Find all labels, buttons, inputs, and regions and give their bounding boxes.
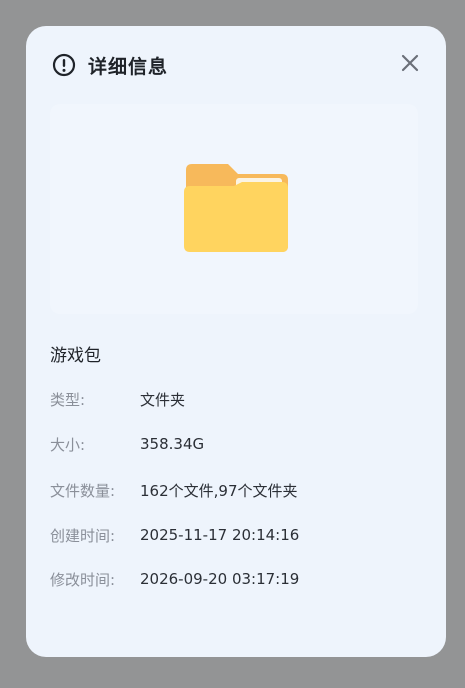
detail-value: 358.34G (140, 435, 205, 453)
preview-area (50, 104, 418, 314)
detail-label: 文件数量: (50, 481, 116, 500)
detail-label: 大小: (50, 435, 86, 454)
detail-label: 类型: (50, 390, 86, 409)
detail-value: 2026-09-20 03:17:19 (140, 570, 300, 588)
detail-row-type: 类型: 文件夹 (50, 388, 185, 410)
dialog-title: 详细信息 (88, 55, 169, 78)
detail-value: 2025-11-17 20:14:16 (140, 526, 300, 544)
detail-label: 修改时间: (50, 570, 116, 589)
detail-row-modified: 修改时间: 2026-09-20 03:17:19 (50, 568, 299, 590)
detail-row-file-count: 文件数量: 162个文件,97个文件夹 (50, 479, 298, 501)
close-button[interactable] (400, 53, 420, 73)
detail-row-size: 大小: 358.34G (50, 433, 204, 455)
folder-icon (184, 164, 288, 252)
detail-value: 162个文件,97个文件夹 (140, 481, 298, 500)
item-name: 游戏包 (50, 346, 101, 366)
details-dialog: 详细信息 游戏包 类型: 文件夹 大小: 358.34G 文件数量: 162个文… (26, 26, 446, 657)
info-circle-icon (52, 53, 76, 77)
close-icon (401, 54, 419, 72)
detail-label: 创建时间: (50, 526, 116, 545)
detail-row-created: 创建时间: 2025-11-17 20:14:16 (50, 524, 299, 546)
dialog-header: 详细信息 (52, 52, 168, 78)
detail-value: 文件夹 (140, 390, 186, 409)
